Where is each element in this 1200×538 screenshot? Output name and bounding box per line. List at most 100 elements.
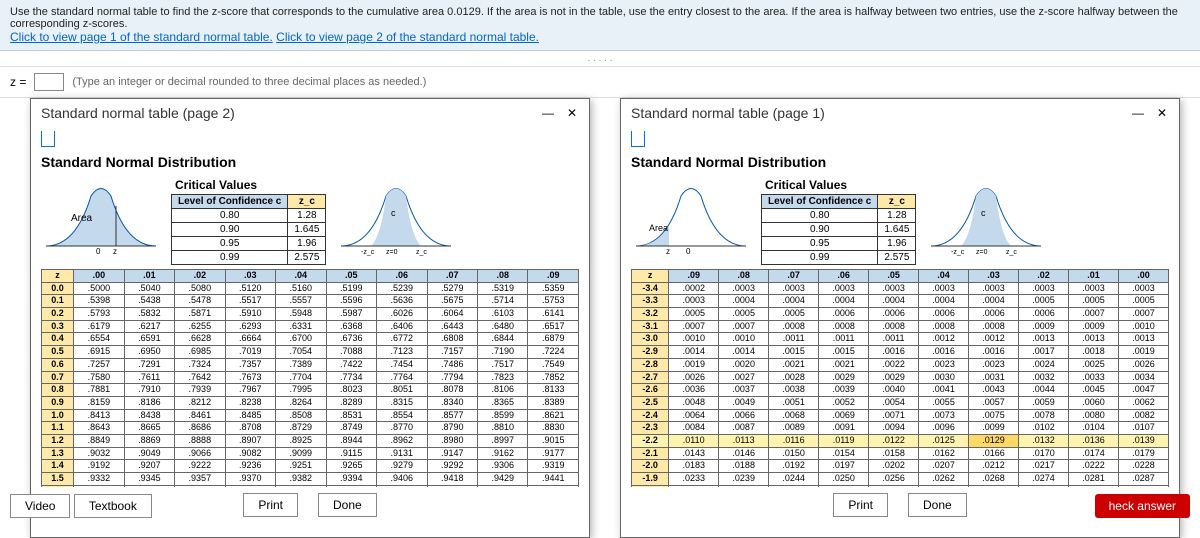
z-col-header: .00 xyxy=(1118,270,1168,283)
z-cell: .0021 xyxy=(819,358,869,371)
z-cell: .0003 xyxy=(969,282,1019,295)
z-cell: .0143 xyxy=(669,447,719,460)
z-row-header: -3.2 xyxy=(632,308,669,321)
z-cell: .0268 xyxy=(969,473,1019,486)
textbook-button[interactable]: Textbook xyxy=(74,494,152,518)
z-cell: .7673 xyxy=(225,371,275,384)
z-cell: .0051 xyxy=(769,396,819,409)
z-cell: .9222 xyxy=(175,460,225,473)
z-cell: .7224 xyxy=(528,346,579,359)
z-cell: .7764 xyxy=(377,371,427,384)
z-row-header: 1.1 xyxy=(42,422,74,435)
z-cell: .5596 xyxy=(326,295,376,308)
z-cell: .0040 xyxy=(869,384,919,397)
z-cell: .6255 xyxy=(175,320,225,333)
z-cell: .0006 xyxy=(869,308,919,321)
z-cell: .0107 xyxy=(1118,422,1168,435)
z-cell: .0084 xyxy=(669,422,719,435)
z-cell: .0150 xyxy=(769,447,819,460)
z-cell: .0008 xyxy=(769,320,819,333)
z-cell: .8643 xyxy=(74,422,124,435)
conf-level: 0.95 xyxy=(762,237,878,251)
z-col-header: .01 xyxy=(124,270,174,283)
z-cell: .0066 xyxy=(719,409,769,422)
z-cell: .8665 xyxy=(124,422,174,435)
z-cell: .0094 xyxy=(869,422,919,435)
z-cell: .5793 xyxy=(74,308,124,321)
svg-text:c: c xyxy=(391,208,396,218)
z-row-header: 0.1 xyxy=(42,295,74,308)
z-cell: .0005 xyxy=(719,308,769,321)
z-col-header: .03 xyxy=(225,270,275,283)
normal-curve-right: c-z_cz=0z_c xyxy=(336,176,456,256)
z-hint: (Type an integer or decimal rounded to t… xyxy=(72,76,426,88)
z-cell: .0019 xyxy=(1118,346,1168,359)
z-cell: .9279 xyxy=(377,460,427,473)
z-col-header: z xyxy=(632,270,669,283)
z-cell: .0033 xyxy=(1068,371,1118,384)
svg-text:z: z xyxy=(666,247,670,256)
check-answer-button[interactable]: heck answer xyxy=(1095,494,1190,518)
minimize-icon[interactable]: — xyxy=(1131,105,1145,121)
zc-value: 1.645 xyxy=(878,223,916,237)
minimize-icon[interactable]: — xyxy=(541,105,555,121)
z-cell: .8186 xyxy=(124,396,174,409)
z-cell: .9177 xyxy=(528,447,579,460)
z-cell: .8962 xyxy=(377,434,427,447)
z-cell: .5080 xyxy=(175,282,225,295)
z-cell: .7823 xyxy=(477,371,527,384)
z-cell: .8106 xyxy=(477,384,527,397)
close-icon[interactable]: ✕ xyxy=(565,105,579,121)
z-cell: .0003 xyxy=(1068,282,1118,295)
z-cell: .0010 xyxy=(719,333,769,346)
z-cell: .0047 xyxy=(1118,384,1168,397)
z-cell: .9032 xyxy=(74,447,124,460)
z-cell: .7157 xyxy=(427,346,477,359)
z-col-header: .05 xyxy=(326,270,376,283)
z-cell: .8212 xyxy=(175,396,225,409)
z-col-header: .05 xyxy=(869,270,919,283)
link-page2[interactable]: Click to view page 2 of the standard nor… xyxy=(276,30,539,44)
z-cell: .0119 xyxy=(819,434,869,447)
main-area: Standard normal table (page 2) — ✕ Stand… xyxy=(0,98,1200,522)
z-cell: .0005 xyxy=(669,308,719,321)
link-page1[interactable]: Click to view page 1 of the standard nor… xyxy=(10,30,273,44)
z-cell: .0049 xyxy=(719,396,769,409)
z-cell: .0170 xyxy=(1019,447,1069,460)
z-cell: .7486 xyxy=(427,358,477,371)
bookmark-icon[interactable] xyxy=(631,131,645,147)
svg-text:z=0: z=0 xyxy=(386,249,398,256)
z-cell: .9319 xyxy=(528,460,579,473)
z-cell: .7611 xyxy=(124,371,174,384)
z-cell: .6517 xyxy=(528,320,579,333)
z-cell: .0008 xyxy=(869,320,919,333)
confidence-table: Level of Confidence cz_c 0.801.280.901.6… xyxy=(171,194,326,265)
z-cell: .0005 xyxy=(1068,295,1118,308)
z-row-header: 0.3 xyxy=(42,320,74,333)
z-cell: .7549 xyxy=(528,358,579,371)
z-cell: .8485 xyxy=(225,409,275,422)
z-table-page2: z.00.01.02.03.04.05.06.07.08.090.0.5000.… xyxy=(41,269,579,487)
close-icon[interactable]: ✕ xyxy=(1155,105,1169,121)
z-cell: .0026 xyxy=(1118,358,1168,371)
z-cell: .9406 xyxy=(377,473,427,486)
video-button[interactable]: Video xyxy=(10,494,70,518)
bookmark-icon[interactable] xyxy=(41,131,55,147)
z-row-header: 0.9 xyxy=(42,396,74,409)
z-cell: .6368 xyxy=(326,320,376,333)
z-input[interactable] xyxy=(34,73,64,91)
z-cell: .0014 xyxy=(669,346,719,359)
z-cell: .0027 xyxy=(719,371,769,384)
z-cell: .6664 xyxy=(225,333,275,346)
z-cell: .0102 xyxy=(1019,422,1069,435)
z-cell: .0162 xyxy=(919,447,969,460)
z-cell: .6026 xyxy=(377,308,427,321)
z-cell: .0023 xyxy=(969,358,1019,371)
svg-text:z_c: z_c xyxy=(1006,249,1017,256)
z-cell: .7357 xyxy=(225,358,275,371)
popup1-title: Standard normal table (page 1) xyxy=(631,105,825,121)
z-cell: .9265 xyxy=(326,460,376,473)
z-cell: .0009 xyxy=(1019,320,1069,333)
z-cell: .0012 xyxy=(969,333,1019,346)
z-cell: .8749 xyxy=(326,422,376,435)
